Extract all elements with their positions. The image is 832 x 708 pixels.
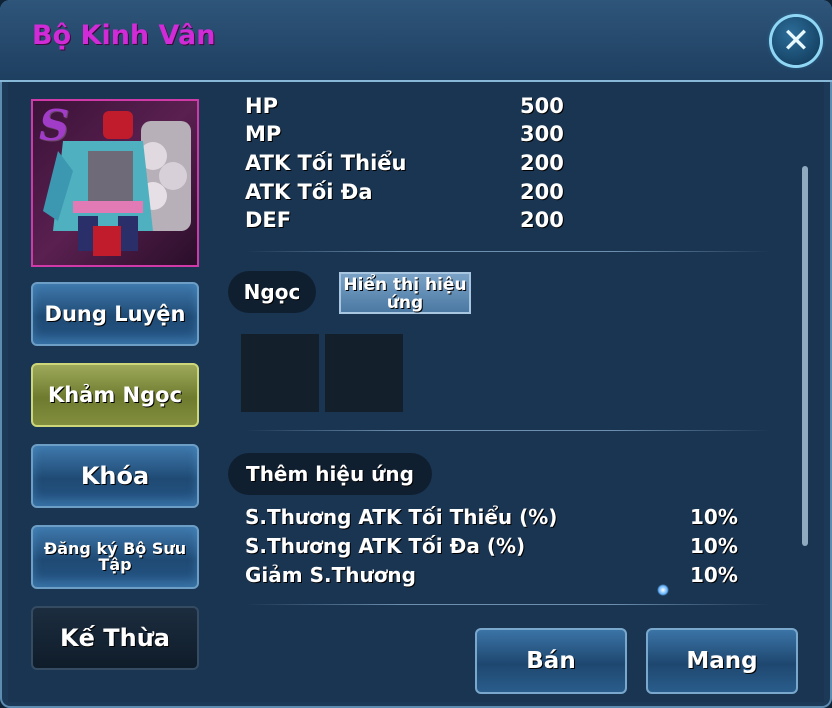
- stat-label-mp: MP: [245, 122, 282, 146]
- equip-button[interactable]: Mang: [646, 628, 798, 694]
- inherit-label: Kế Thừa: [60, 624, 170, 652]
- socket-gem-button[interactable]: Khảm Ngọc: [31, 363, 199, 427]
- stat-value-min-atk: 200: [520, 151, 564, 175]
- gem-section-label: Ngọc: [228, 271, 316, 313]
- window-title: Bộ Kinh Vân: [32, 20, 216, 51]
- socket-gem-label: Khảm Ngọc: [47, 382, 183, 407]
- item-portrait: S: [31, 99, 199, 267]
- stat-value-hp: 500: [520, 94, 564, 118]
- lock-button[interactable]: Khóa: [31, 444, 199, 508]
- refine-label: Dung Luyện: [44, 301, 186, 326]
- sell-label: Bán: [526, 648, 576, 674]
- title-bar: Bộ Kinh Vân ✕: [0, 0, 832, 82]
- gem-slot[interactable]: [241, 334, 319, 412]
- extra-effects-label: Thêm hiệu ứng: [228, 453, 432, 495]
- close-icon: ✕: [781, 21, 811, 61]
- stat-label-hp: HP: [245, 94, 278, 118]
- register-collection-button[interactable]: Đăng ký Bộ Sưu Tập: [31, 525, 199, 589]
- lock-label: Khóa: [80, 462, 150, 490]
- sparkle-decoration: [657, 584, 669, 596]
- effect-value: 10%: [690, 563, 738, 587]
- sell-button[interactable]: Bán: [475, 628, 627, 694]
- show-effect-button[interactable]: Hiển thị hiệu ứng: [339, 272, 471, 314]
- effect-label: S.Thương ATK Tối Thiểu (%): [245, 505, 558, 529]
- effect-label: S.Thương ATK Tối Đa (%): [245, 534, 526, 558]
- divider: [245, 604, 770, 605]
- divider: [245, 430, 770, 431]
- armor-costume-image: [43, 111, 191, 256]
- effect-value: 10%: [690, 505, 738, 529]
- stat-value-mp: 300: [520, 122, 564, 146]
- register-collection-label: Đăng ký Bộ Sưu Tập: [43, 539, 187, 574]
- divider: [245, 251, 770, 252]
- refine-button[interactable]: Dung Luyện: [31, 282, 199, 346]
- effect-value: 10%: [690, 534, 738, 558]
- gem-slot[interactable]: [325, 334, 403, 412]
- stat-value-def: 200: [520, 208, 564, 232]
- inherit-button[interactable]: Kế Thừa: [31, 606, 199, 670]
- close-button[interactable]: ✕: [772, 17, 820, 65]
- scrollbar[interactable]: [802, 166, 808, 546]
- equip-label: Mang: [686, 648, 758, 674]
- stat-label-def: DEF: [245, 208, 292, 232]
- stat-label-min-atk: ATK Tối Thiểu: [245, 151, 407, 175]
- stat-label-max-atk: ATK Tối Đa: [245, 180, 373, 204]
- stat-value-max-atk: 200: [520, 180, 564, 204]
- item-detail-window: Bộ Kinh Vân ✕ S Dung Luyện Khảm Ngọc Khó…: [0, 0, 832, 708]
- effect-label: Giảm S.Thương: [245, 563, 416, 587]
